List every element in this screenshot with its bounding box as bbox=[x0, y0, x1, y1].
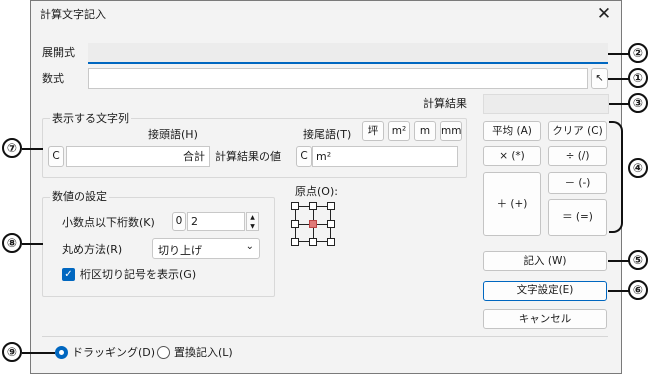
callout-line-8 bbox=[22, 243, 43, 245]
numeric-group-legend: 数値の設定 bbox=[50, 190, 109, 204]
chevron-down-icon: ⌄ bbox=[245, 241, 254, 252]
decimals-input[interactable]: 2 bbox=[187, 212, 245, 231]
callout-1: ① bbox=[628, 68, 648, 88]
origin-bottom-left[interactable] bbox=[291, 238, 299, 246]
origin-bottom-right[interactable] bbox=[327, 238, 335, 246]
expansion-label: 展開式 bbox=[42, 46, 75, 59]
spin-down-icon[interactable]: ▼ bbox=[247, 222, 258, 231]
callout-4: ④ bbox=[628, 158, 648, 178]
cursor-arrow-icon[interactable]: ↖ bbox=[591, 68, 608, 89]
unit-button-mm[interactable]: mm bbox=[440, 121, 462, 141]
decimals-label: 小数点以下桁数(K) bbox=[62, 216, 155, 229]
decimals-prefix[interactable]: 0 bbox=[172, 212, 186, 231]
drag-radio[interactable] bbox=[55, 346, 68, 359]
callout-3: ③ bbox=[628, 93, 648, 113]
callout-9: ⑨ bbox=[2, 342, 22, 362]
callout-line-7 bbox=[22, 148, 43, 150]
text-settings-button[interactable]: 文字設定(E) bbox=[483, 281, 607, 301]
suffix-input[interactable]: m² bbox=[312, 146, 458, 167]
origin-bottom-center[interactable] bbox=[309, 238, 317, 246]
prefix-input[interactable]: 合計 bbox=[66, 146, 210, 167]
prefix-label: 接頭語(H) bbox=[148, 128, 198, 141]
calc-result-field bbox=[483, 94, 609, 114]
rounding-select[interactable]: 切り上げ ⌄ bbox=[152, 238, 260, 259]
unit-button-m[interactable]: m bbox=[414, 121, 436, 141]
drag-label: ドラッギング(D) bbox=[72, 346, 156, 359]
origin-grid bbox=[291, 202, 337, 248]
origin-middle-left[interactable] bbox=[291, 220, 299, 228]
callout-8: ⑧ bbox=[2, 233, 22, 253]
unit-button-tsubo[interactable]: 坪 bbox=[362, 121, 384, 141]
minus-button[interactable]: － (-) bbox=[548, 172, 607, 194]
title-bar[interactable] bbox=[31, 1, 621, 31]
callout-2: ② bbox=[628, 43, 648, 63]
callout-line-5 bbox=[608, 260, 630, 262]
close-icon[interactable]: ✕ bbox=[592, 4, 616, 26]
cancel-button[interactable]: キャンセル bbox=[483, 309, 607, 329]
formula-label: 数式 bbox=[42, 72, 64, 85]
unit-button-m2[interactable]: m² bbox=[388, 121, 410, 141]
rounding-label: 丸め方法(R) bbox=[62, 243, 123, 256]
prefix-c-button[interactable]: C bbox=[48, 146, 64, 167]
calc-result-label: 計算結果 bbox=[423, 97, 467, 110]
origin-label: 原点(O): bbox=[295, 185, 338, 198]
separator-label: 桁区切り記号を表示(G) bbox=[80, 268, 197, 281]
expansion-field[interactable] bbox=[88, 43, 608, 64]
suffix-c-button[interactable]: C bbox=[296, 146, 312, 167]
callout-line-3 bbox=[609, 103, 630, 105]
spin-up-icon[interactable]: ▲ bbox=[247, 213, 258, 222]
multiply-button[interactable]: × (*) bbox=[483, 146, 541, 166]
window-title: 計算文字記入 bbox=[40, 8, 106, 21]
average-button[interactable]: 平均 (A) bbox=[483, 121, 541, 141]
origin-top-left[interactable] bbox=[291, 202, 299, 210]
rounding-value: 切り上げ bbox=[158, 244, 202, 257]
calc-value-label: 計算結果の値 bbox=[215, 150, 281, 163]
origin-top-right[interactable] bbox=[327, 202, 335, 210]
separator-checkbox[interactable]: ✓ bbox=[62, 268, 75, 281]
callout-5: ⑤ bbox=[628, 250, 648, 270]
suffix-label: 接尾語(T) bbox=[303, 128, 352, 141]
divider bbox=[42, 336, 608, 337]
replace-label: 置換記入(L) bbox=[174, 346, 233, 359]
callout-bracket-4 bbox=[609, 121, 623, 233]
replace-radio[interactable] bbox=[157, 346, 170, 359]
equals-button[interactable]: ＝ (=) bbox=[548, 199, 607, 236]
decimals-spinner[interactable]: ▲ ▼ bbox=[246, 212, 259, 231]
callout-7: ⑦ bbox=[2, 138, 22, 158]
display-group-legend: 表示する文字列 bbox=[50, 112, 131, 126]
divide-button[interactable]: ÷ (/) bbox=[548, 146, 607, 166]
callout-line-6 bbox=[608, 290, 630, 292]
plus-button[interactable]: ＋ (+) bbox=[483, 172, 541, 236]
origin-center[interactable] bbox=[309, 220, 317, 228]
callout-line-1 bbox=[608, 78, 630, 80]
callout-6: ⑥ bbox=[628, 280, 648, 300]
callout-line-2 bbox=[608, 53, 630, 55]
callout-line-9 bbox=[22, 352, 55, 354]
origin-middle-right[interactable] bbox=[327, 220, 335, 228]
enter-button[interactable]: 記入 (W) bbox=[483, 251, 607, 271]
clear-button[interactable]: クリア (C) bbox=[548, 121, 607, 141]
origin-top-center[interactable] bbox=[309, 202, 317, 210]
formula-input[interactable] bbox=[88, 68, 588, 89]
